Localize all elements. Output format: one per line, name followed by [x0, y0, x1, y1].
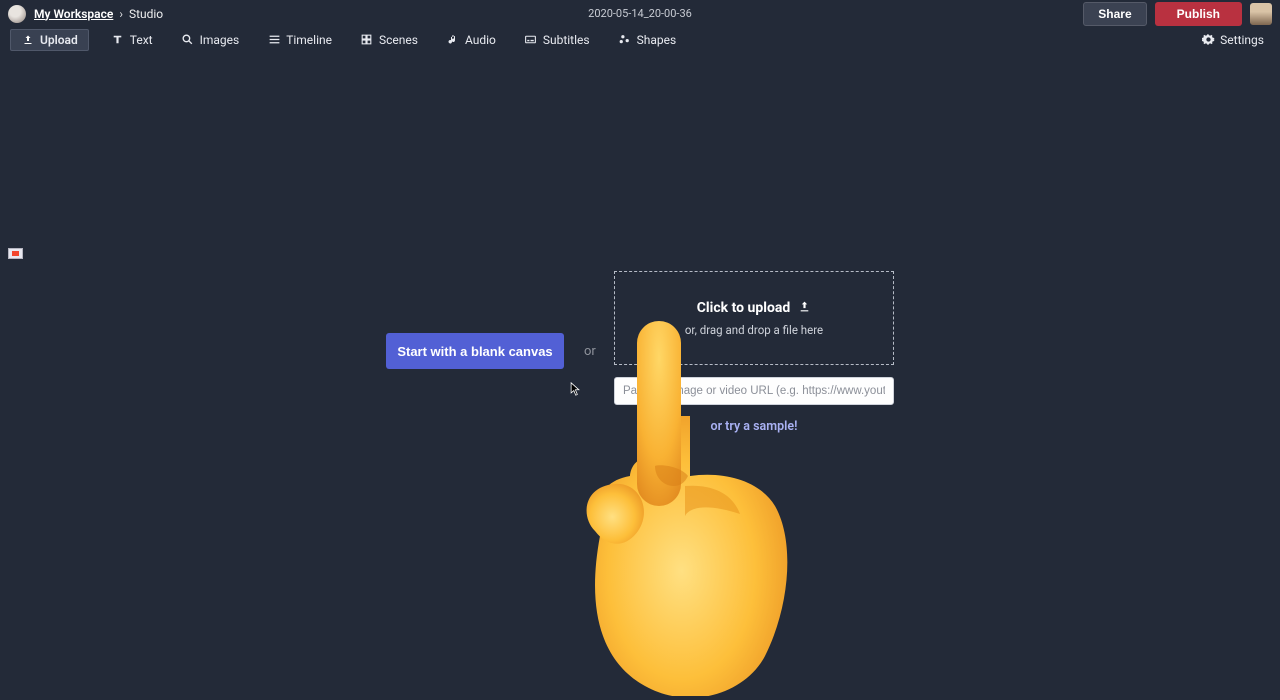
- url-input[interactable]: [614, 377, 894, 405]
- upload-button[interactable]: Upload: [10, 29, 89, 51]
- subtitles-label: Subtitles: [543, 33, 590, 47]
- breadcrumb-separator: ›: [119, 7, 123, 21]
- workspace-avatar[interactable]: [8, 5, 26, 23]
- subtitles-icon: [524, 33, 538, 47]
- settings-label: Settings: [1220, 33, 1264, 47]
- upload-main-label: Click to upload: [697, 300, 790, 316]
- top-right-controls: Share Publish: [1083, 2, 1272, 26]
- upload-column: Click to upload or, drag and drop a file…: [614, 271, 894, 434]
- share-button[interactable]: Share: [1083, 2, 1146, 26]
- breadcrumb-current: Studio: [129, 7, 163, 21]
- user-avatar[interactable]: [1250, 3, 1272, 25]
- scenes-icon: [360, 33, 374, 47]
- text-tool[interactable]: Text: [105, 30, 159, 50]
- images-tool[interactable]: Images: [175, 30, 246, 50]
- timeline-label: Timeline: [286, 33, 332, 47]
- selection-handle[interactable]: [8, 248, 23, 259]
- scenes-tool[interactable]: Scenes: [354, 30, 424, 50]
- search-icon: [181, 33, 195, 47]
- breadcrumb: My Workspace › Studio: [34, 7, 163, 21]
- upload-icon: [21, 33, 35, 47]
- try-sample-link[interactable]: or try a sample!: [614, 419, 894, 434]
- editor-canvas: Start with a blank canvas or Click to up…: [0, 51, 1280, 650]
- publish-button[interactable]: Publish: [1155, 2, 1242, 26]
- upload-label: Upload: [40, 33, 78, 47]
- shapes-tool[interactable]: Shapes: [612, 30, 683, 50]
- audio-tool[interactable]: Audio: [440, 30, 502, 50]
- selection-handle-inner: [12, 251, 19, 256]
- scenes-label: Scenes: [379, 33, 418, 47]
- gear-icon: [1201, 33, 1215, 47]
- subtitles-tool[interactable]: Subtitles: [518, 30, 596, 50]
- upload-sub-text: or, drag and drop a file here: [685, 323, 823, 337]
- shapes-icon: [618, 33, 632, 47]
- settings-tool[interactable]: Settings: [1195, 30, 1270, 50]
- upload-main-text: Click to upload: [697, 300, 811, 317]
- blank-canvas-button[interactable]: Start with a blank canvas: [386, 333, 564, 369]
- document-title[interactable]: 2020-05-14_20-00-36: [588, 7, 692, 20]
- shapes-label: Shapes: [637, 33, 677, 47]
- text-label: Text: [130, 33, 153, 47]
- images-label: Images: [200, 33, 240, 47]
- top-bar: My Workspace › Studio 2020-05-14_20-00-3…: [0, 0, 1280, 27]
- upload-dropzone[interactable]: Click to upload or, drag and drop a file…: [614, 271, 894, 365]
- text-icon: [111, 33, 125, 47]
- audio-label: Audio: [465, 33, 496, 47]
- or-text: or: [584, 344, 596, 359]
- timeline-icon: [267, 33, 281, 47]
- start-options-row: Start with a blank canvas or: [386, 333, 596, 369]
- audio-icon: [446, 33, 460, 47]
- mouse-cursor: [570, 381, 580, 395]
- main-toolbar: Upload Text Images Timeline Scenes Audio: [0, 27, 1280, 51]
- timeline-tool[interactable]: Timeline: [261, 30, 338, 50]
- breadcrumb-workspace[interactable]: My Workspace: [34, 7, 113, 21]
- upload-arrow-icon: [798, 300, 811, 317]
